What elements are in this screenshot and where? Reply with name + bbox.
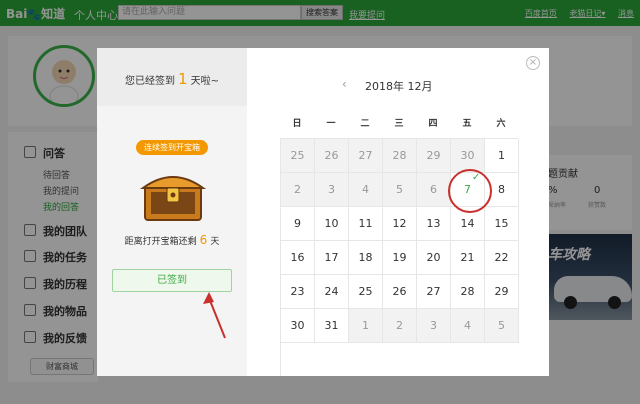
calendar-day-cell[interactable]: 28 [383,139,417,173]
calendar-day-cell[interactable]: 3 [315,173,349,207]
calendar-day-cell[interactable]: 24 [315,275,349,309]
calendar-month-title: 2018年 12月 [365,80,433,93]
weekday-label: 六 [496,119,506,129]
calendar-day-cell[interactable]: 18 [349,241,383,275]
chest-label-badge: 连续签到开宝箱 [136,140,208,155]
checkmark-icon: ✓ [472,172,481,183]
calendar-day-cell[interactable]: 1 [349,309,383,343]
treasure-chest-icon [139,176,207,221]
calendar-day-cell[interactable]: 5 [383,173,417,207]
calendar-day-cell[interactable]: 23 [281,275,315,309]
calendar-day-cell[interactable]: 11 [349,207,383,241]
sign-in-modal: 您已经签到 1 天啦~ 连续签到开宝箱 距离打开宝箱还剩 6 天 已签到 × ‹ 201… [97,48,549,376]
calendar-day-cell[interactable]: 2 [281,173,315,207]
sign-in-summary-panel: 您已经签到 1 天啦~ 连续签到开宝箱 距离打开宝箱还剩 6 天 已签到 [97,48,247,376]
weekday-label: 日 [292,119,302,129]
calendar-day-cell[interactable]: 15 [485,207,519,241]
calendar-day-cell[interactable]: 5 [485,309,519,343]
close-modal-button[interactable]: × [526,56,540,70]
weekday-label: 四 [428,119,438,129]
calendar-day-cell[interactable]: 21 [451,241,485,275]
weekday-label: 一 [326,119,336,129]
calendar-day-cell[interactable]: 6 [417,173,451,207]
calendar-day-cell[interactable]: 27 [349,139,383,173]
calendar-day-cell[interactable]: 1 [485,139,519,173]
calendar-day-cell[interactable]: 3 [417,309,451,343]
weekday-label: 五 [462,119,472,129]
calendar-day-cell[interactable]: 4 [349,173,383,207]
calendar-day-cell[interactable]: 19 [383,241,417,275]
calendar-day-cell[interactable]: 13 [417,207,451,241]
calendar-day-cell[interactable]: 12 [383,207,417,241]
calendar-day-cell[interactable]: 29 [485,275,519,309]
calendar-day-cell[interactable]: 2 [383,309,417,343]
calendar-day-cell[interactable]: 17 [315,241,349,275]
calendar-day-cell[interactable]: 27 [417,275,451,309]
calendar-day-cell[interactable]: 20 [417,241,451,275]
calendar-day-cell[interactable]: 22 [485,241,519,275]
red-annotation-circle [448,169,492,213]
calendar-day-cell[interactable]: 26 [315,139,349,173]
calendar-day-cell[interactable]: 31 [315,309,349,343]
weekday-label: 三 [394,119,404,129]
calendar-day-cell[interactable]: 25 [281,139,315,173]
calendar-day-cell[interactable]: 28 [451,275,485,309]
calendar-day-cell[interactable]: 30 [451,139,485,173]
calendar-day-cell[interactable]: 30 [281,309,315,343]
calendar-day-cell[interactable]: 9 [281,207,315,241]
calendar-day-cell[interactable]: 26 [383,275,417,309]
distance-to-chest-text: 距离打开宝箱还剩 6 天 [124,233,220,247]
distance-days-count: 6 [199,233,208,247]
prev-month-button[interactable]: ‹ [342,77,347,91]
weekday-label: 二 [360,119,370,129]
calendar-day-cell[interactable]: 29 [417,139,451,173]
calendar-day-cell[interactable]: 4 [451,309,485,343]
calendar-day-cell[interactable]: 16 [281,241,315,275]
signed-days-count: 1 [178,70,188,88]
red-annotation-arrow-icon [203,292,226,339]
calendar-day-cell[interactable]: 10 [315,207,349,241]
signed-days-text: 您已经签到 1 天啦~ [125,70,219,88]
calendar-day-cell[interactable]: 25 [349,275,383,309]
